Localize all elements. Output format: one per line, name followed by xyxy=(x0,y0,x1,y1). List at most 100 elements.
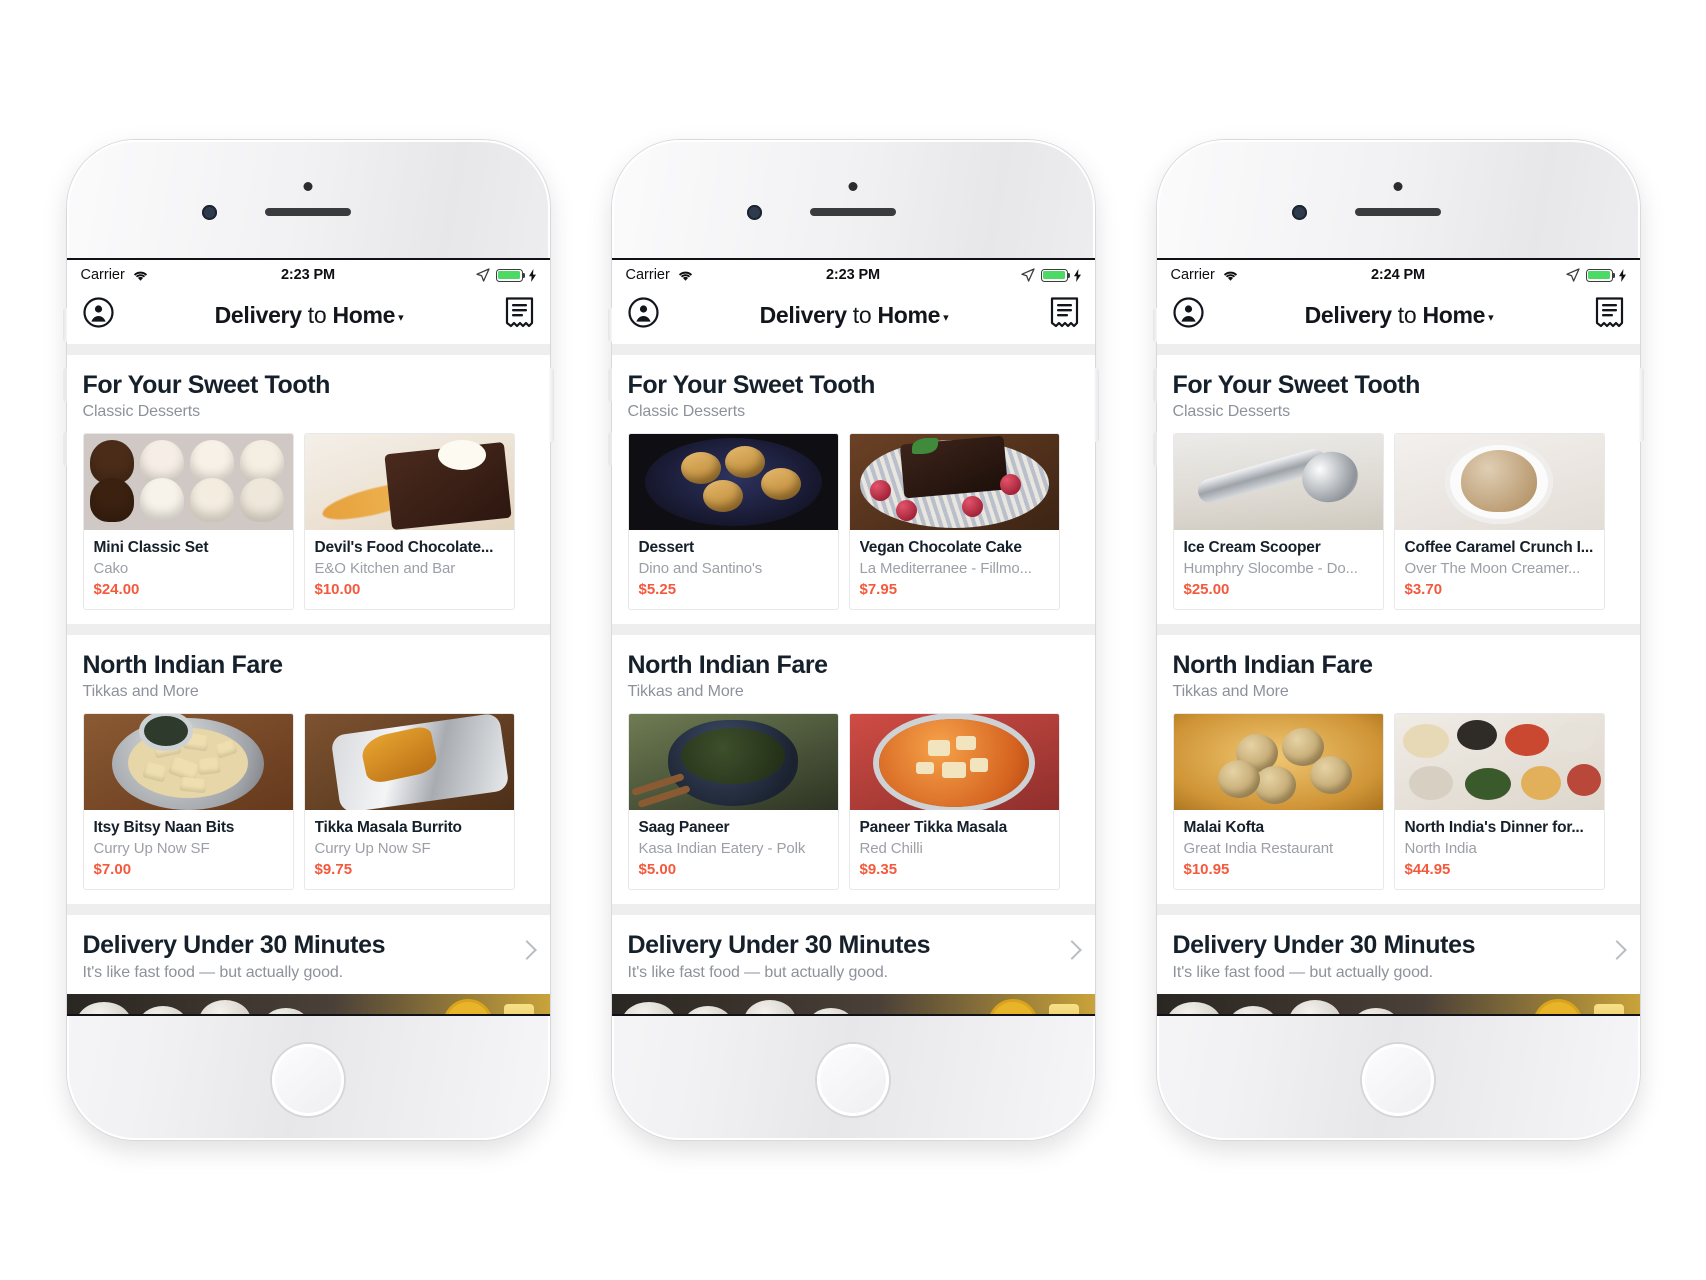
device-speaker-row xyxy=(1157,182,1640,226)
promo-subtitle: It's like fast food — but actually good. xyxy=(627,963,889,981)
food-card-carousel[interactable]: Saag Paneer Kasa Indian Eatery - Polk $5… xyxy=(612,701,1095,904)
home-button[interactable] xyxy=(272,1044,344,1116)
top-divider xyxy=(1156,344,1640,355)
profile-button[interactable] xyxy=(82,297,114,333)
photo-promo-banner xyxy=(611,993,1095,1014)
food-card-name: Tikka Masala Burrito xyxy=(314,818,463,836)
food-card-image xyxy=(83,713,293,810)
battery-icon xyxy=(1585,268,1616,282)
carrier-label: Carrier xyxy=(80,267,125,283)
food-card[interactable]: Devil's Food Chocolate... E&O Kitchen an… xyxy=(303,432,515,610)
food-card-name: Malai Kofta xyxy=(1183,818,1265,836)
photo-dessert-balls xyxy=(628,433,838,530)
photo-chocolate-cake xyxy=(304,433,514,530)
food-card[interactable]: Dessert Dino and Santino's $5.25 xyxy=(627,432,839,610)
food-card[interactable]: Tikka Masala Burrito Curry Up Now SF $9.… xyxy=(303,712,515,890)
food-card-carousel[interactable]: Malai Kofta Great India Restaurant $10.9… xyxy=(1157,701,1640,904)
food-card[interactable]: Saag Paneer Kasa Indian Eatery - Polk $5… xyxy=(627,712,839,890)
delivery-address-selector[interactable]: Delivery to Home ▾ xyxy=(215,302,404,329)
nav-title-mode: Delivery xyxy=(759,301,847,328)
orders-button[interactable] xyxy=(1050,297,1079,333)
food-card[interactable]: Paneer Tikka Masala Red Chilli $9.35 xyxy=(848,712,1060,890)
promo-banner-card[interactable]: Delivery Under 30 Minutes It's like fast… xyxy=(1156,914,1640,994)
nav-title-mode: Delivery xyxy=(214,301,302,328)
proximity-sensor xyxy=(303,182,313,191)
nav-title-mode: Delivery xyxy=(1304,301,1392,328)
section-title: For Your Sweet Tooth xyxy=(82,371,331,399)
device-screen: Carrier 2:23 PM Delivery to Home ▾ For Y… xyxy=(66,258,550,1016)
promo-banner-image[interactable] xyxy=(1156,993,1640,1014)
food-card-carousel[interactable]: Ice Cream Scooper Humphry Slocombe - Do.… xyxy=(1157,421,1640,624)
chevron-down-icon: ▾ xyxy=(1488,311,1494,324)
status-bar: Carrier 2:23 PM xyxy=(67,260,550,290)
feed-scroll-area[interactable]: For Your Sweet Tooth Classic Desserts Ic… xyxy=(1156,344,1640,1014)
carrier-label: Carrier xyxy=(1170,267,1215,283)
feed-scroll-area[interactable]: For Your Sweet Tooth Classic Desserts Mi… xyxy=(66,344,550,1014)
food-card[interactable]: Vegan Chocolate Cake La Mediterranee - F… xyxy=(848,432,1060,610)
carrier-label: Carrier xyxy=(625,267,670,283)
food-card-image xyxy=(1394,713,1604,810)
food-card-image xyxy=(628,433,838,530)
food-card-text: Mini Classic Set Cako $24.00 xyxy=(84,530,293,609)
account-circle-icon xyxy=(627,297,659,328)
delivery-address-selector[interactable]: Delivery to Home ▾ xyxy=(1305,302,1494,329)
promo-banner-card[interactable]: Delivery Under 30 Minutes It's like fast… xyxy=(611,914,1095,994)
food-card-name: Coffee Caramel Crunch I... xyxy=(1404,538,1594,556)
food-card-carousel[interactable]: Dessert Dino and Santino's $5.25 Vegan C… xyxy=(612,421,1095,624)
device-speaker-row xyxy=(612,182,1095,226)
food-card-text: Ice Cream Scooper Humphry Slocombe - Do.… xyxy=(1174,530,1383,609)
food-card[interactable]: Mini Classic Set Cako $24.00 xyxy=(82,432,294,610)
food-card-price: $3.70 xyxy=(1404,580,1443,598)
promo-banner-image[interactable] xyxy=(66,993,550,1014)
feed-scroll-area[interactable]: For Your Sweet Tooth Classic Desserts De… xyxy=(611,344,1095,1014)
food-card-restaurant: Dino and Santino's xyxy=(638,559,763,577)
app-nav-bar: Delivery to Home ▾ xyxy=(611,290,1095,344)
location-arrow-icon xyxy=(1565,268,1580,282)
feed-section: North Indian Fare Tikkas and More Saag P… xyxy=(611,634,1095,904)
charging-bolt-icon xyxy=(1618,268,1626,282)
food-card[interactable]: Ice Cream Scooper Humphry Slocombe - Do.… xyxy=(1172,432,1384,610)
food-card-text: Malai Kofta Great India Restaurant $10.9… xyxy=(1174,810,1383,889)
food-card-text: North India's Dinner for... North India … xyxy=(1395,810,1604,889)
delivery-address-selector[interactable]: Delivery to Home ▾ xyxy=(760,302,949,329)
section-divider xyxy=(66,623,550,635)
food-card-text: Tikka Masala Burrito Curry Up Now SF $9.… xyxy=(305,810,514,889)
food-card[interactable]: Malai Kofta Great India Restaurant $10.9… xyxy=(1172,712,1384,890)
device-screen: Carrier 2:23 PM Delivery to Home ▾ For Y… xyxy=(611,258,1095,1016)
profile-button[interactable] xyxy=(1172,297,1204,333)
receipt-list-icon xyxy=(1050,297,1078,328)
section-title: North Indian Fare xyxy=(82,650,284,679)
chevron-down-icon: ▾ xyxy=(398,311,404,324)
home-button[interactable] xyxy=(1362,1044,1434,1116)
photo-cupcakes xyxy=(83,433,293,530)
iphone-device-2: Carrier 2:23 PM Delivery to Home ▾ For Y… xyxy=(607,140,1099,1140)
profile-button[interactable] xyxy=(627,297,659,333)
food-card-text: Saag Paneer Kasa Indian Eatery - Polk $5… xyxy=(629,810,838,889)
orders-button[interactable] xyxy=(505,297,534,333)
nav-title-connector: to xyxy=(846,301,878,328)
receipt-list-icon xyxy=(1595,297,1623,328)
feed-section: North Indian Fare Tikkas and More Itsy B… xyxy=(66,634,550,904)
photo-malai-kofta xyxy=(1173,713,1383,810)
phones-showcase: Carrier 2:23 PM Delivery to Home ▾ For Y… xyxy=(0,0,1706,1280)
section-subtitle: Tikkas and More xyxy=(627,682,744,700)
food-card[interactable]: Coffee Caramel Crunch I... Over The Moon… xyxy=(1393,432,1605,610)
section-divider xyxy=(1156,623,1640,635)
food-card-carousel[interactable]: Itsy Bitsy Naan Bits Curry Up Now SF $7.… xyxy=(67,701,550,904)
food-card-image xyxy=(1173,433,1383,530)
food-card-text: Vegan Chocolate Cake La Mediterranee - F… xyxy=(850,530,1059,609)
food-card[interactable]: North India's Dinner for... North India … xyxy=(1393,712,1605,890)
orders-button[interactable] xyxy=(1595,297,1624,333)
top-divider xyxy=(611,344,1095,355)
home-button[interactable] xyxy=(817,1044,889,1116)
earpiece-speaker xyxy=(1355,208,1441,216)
food-card[interactable]: Itsy Bitsy Naan Bits Curry Up Now SF $7.… xyxy=(82,712,294,890)
food-card-carousel[interactable]: Mini Classic Set Cako $24.00 Devil's Foo… xyxy=(67,421,550,624)
location-arrow-icon xyxy=(1020,268,1035,282)
front-camera xyxy=(201,205,217,220)
promo-title: Delivery Under 30 Minutes xyxy=(82,930,386,959)
earpiece-speaker xyxy=(265,208,351,216)
promo-banner-card[interactable]: Delivery Under 30 Minutes It's like fast… xyxy=(66,914,550,994)
promo-banner-image[interactable] xyxy=(611,993,1095,1014)
section-divider xyxy=(66,903,550,915)
